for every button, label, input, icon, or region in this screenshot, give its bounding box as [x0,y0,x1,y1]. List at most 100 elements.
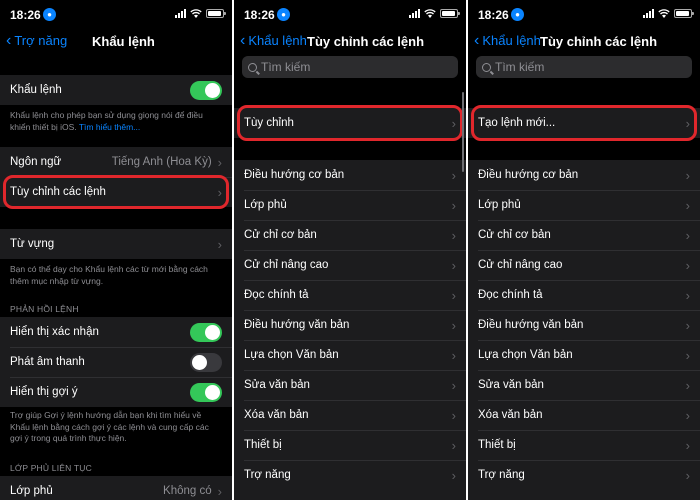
chevron-right-icon: › [685,467,690,483]
chevron-right-icon: › [451,287,456,303]
row-command-category[interactable]: Trợ năng › [468,460,700,490]
cellular-signal-icon [643,9,654,18]
row-voice-control: Khẩu lệnh [0,75,232,105]
chevron-right-icon: › [451,227,456,243]
chevron-right-icon: › [685,407,690,423]
chevron-left-icon: ‹ [474,31,480,49]
row-language[interactable]: Ngôn ngữ Tiếng Anh (Hoa Kỳ) › [0,147,232,177]
row-command-category[interactable]: Cử chỉ nâng cao › [234,250,466,280]
chevron-right-icon: › [685,377,690,393]
chevron-right-icon: › [451,197,456,213]
microphone-icon: ● [43,8,56,21]
row-command-category[interactable]: Trợ năng › [234,460,466,490]
chevron-right-icon: › [685,437,690,453]
chevron-right-icon: › [451,257,456,273]
voice-control-toggle[interactable] [190,80,222,100]
navigation-bar: ‹ Trợ năng Khẩu lệnh [0,28,232,56]
row-command-category[interactable]: Sửa văn bản › [468,370,700,400]
chevron-right-icon: › [451,115,456,131]
row-command-category[interactable]: Sửa văn bản › [234,370,466,400]
row-command-category[interactable]: Lựa chọn Văn bản › [234,340,466,370]
vocabulary-footer: Bạn có thể dạy cho Khẩu lệnh các từ mới … [10,264,208,286]
battery-icon [206,9,226,18]
command-categories-group: Điều hướng cơ bản › Lớp phủ › Cử chỉ cơ bả… [234,160,466,500]
chevron-right-icon: › [451,167,456,183]
status-bar: 18:26 ● [234,0,466,28]
command-categories-group: Điều hướng cơ bản › Lớp phủ › Cử chỉ cơ bả… [468,160,700,500]
row-command-category[interactable]: Cử chỉ cơ bản › [468,220,700,250]
chevron-right-icon: › [685,347,690,363]
row-customize-commands[interactable]: Tùy chỉnh các lệnh › [0,177,232,207]
play-sound-toggle[interactable] [190,352,222,372]
screen-customize-commands: 18:26 ● ‹ Khẩu lệnh Tùy chỉnh các lệnh Tì… [234,0,466,500]
navigation-bar: ‹ Khẩu lệnh Tùy chỉnh các lệnh [468,28,700,56]
navigation-bar: ‹ Khẩu lệnh Tùy chỉnh các lệnh [234,28,466,56]
row-command-category[interactable]: Điều hướng cơ bản › [234,160,466,190]
chevron-right-icon: › [685,197,690,213]
chevron-right-icon: › [451,377,456,393]
back-button[interactable]: ‹ Khẩu lệnh [474,31,541,49]
status-time: 18:26 [244,8,275,22]
row-create-new-command[interactable]: Tạo lệnh mới... › [468,108,700,138]
row-command-category[interactable]: Điều hướng văn bản › [234,310,466,340]
row-command-category[interactable]: Xóa văn bản › [234,400,466,430]
wifi-icon [424,9,436,18]
battery-icon [440,9,460,18]
row-custom[interactable]: Tùy chỉnh › [234,108,466,138]
status-time: 18:26 [10,8,41,22]
status-bar: 18:26 ● [0,0,232,28]
vocabulary-group: Từ vựng › [0,229,232,259]
chevron-right-icon: › [451,347,456,363]
row-command-category[interactable]: Đọc chính tả › [468,280,700,310]
learn-more-link[interactable]: Tìm hiểu thêm... [79,122,140,132]
show-hints-toggle[interactable] [190,382,222,402]
row-command-category[interactable]: Lựa chọn Văn bản › [468,340,700,370]
back-button[interactable]: ‹ Khẩu lệnh [240,31,307,49]
chevron-right-icon: › [685,257,690,273]
page-title: Tùy chỉnh các lệnh [307,34,425,49]
row-command-category[interactable]: Thiết bị › [234,430,466,460]
row-command-category[interactable]: Điều hướng cơ bản › [468,160,700,190]
screen-customize-commands-new: 18:26 ● ‹ Khẩu lệnh Tùy chỉnh các lệnh Tì… [468,0,700,500]
row-overlay[interactable]: Lớp phủ Không có › [0,476,232,500]
row-command-category[interactable]: Đọc chính tả › [234,280,466,310]
row-command-category[interactable]: Cử chỉ cơ bản › [234,220,466,250]
row-command-category[interactable]: Điều hướng văn bản › [468,310,700,340]
row-show-hints: Hiển thị gợi ý [0,377,232,407]
battery-icon [674,9,694,18]
row-command-category[interactable]: Lớp phủ › [234,190,466,220]
overlay-section-header: LỚP PHỦ LIÊN TỤC [10,463,92,473]
microphone-icon: ● [277,8,290,21]
chevron-right-icon: › [685,167,690,183]
search-field[interactable]: Tìm kiếm [242,56,458,78]
row-command-category[interactable]: Lớp phủ › [468,190,700,220]
row-vocabulary[interactable]: Từ vựng › [0,229,232,259]
chevron-left-icon: ‹ [240,31,246,49]
row-command-category[interactable]: Xóa văn bản › [468,400,700,430]
page-title: Tùy chỉnh các lệnh [540,34,658,49]
show-confirmation-toggle[interactable] [190,322,222,342]
search-field[interactable]: Tìm kiếm [476,56,692,78]
custom-group: Tùy chỉnh › [234,108,466,138]
screen-voice-control: 18:26 ● ‹ Trợ năng Khẩu lệnh Khẩu lệnh Kh… [0,0,232,500]
status-time: 18:26 [478,8,509,22]
microphone-icon: ● [511,8,524,21]
row-command-category[interactable]: Cử chỉ nâng cao › [468,250,700,280]
cellular-signal-icon [409,9,420,18]
chevron-right-icon: › [217,154,222,170]
overlay-group: Lớp phủ Không có › [0,476,232,500]
feedback-section-header: PHẢN HỒI LỆNH [10,304,79,314]
chevron-right-icon: › [217,184,222,200]
back-button[interactable]: ‹ Trợ năng [6,31,67,49]
chevron-left-icon: ‹ [6,31,12,49]
feedback-group: Hiển thị xác nhận Phát âm thanh Hiển thị… [0,317,232,407]
chevron-right-icon: › [685,115,690,131]
chevron-right-icon: › [217,483,222,499]
voice-control-footer: Khẩu lệnh cho phép bạn sử dụng giọng nói… [10,110,203,132]
hints-footer: Trợ giúp Gợi ý lệnh hướng dẫn bạn khi tì… [10,410,209,443]
chevron-right-icon: › [451,407,456,423]
wifi-icon [658,9,670,18]
chevron-right-icon: › [451,317,456,333]
scrollbar[interactable] [462,92,464,172]
row-command-category[interactable]: Thiết bị › [468,430,700,460]
